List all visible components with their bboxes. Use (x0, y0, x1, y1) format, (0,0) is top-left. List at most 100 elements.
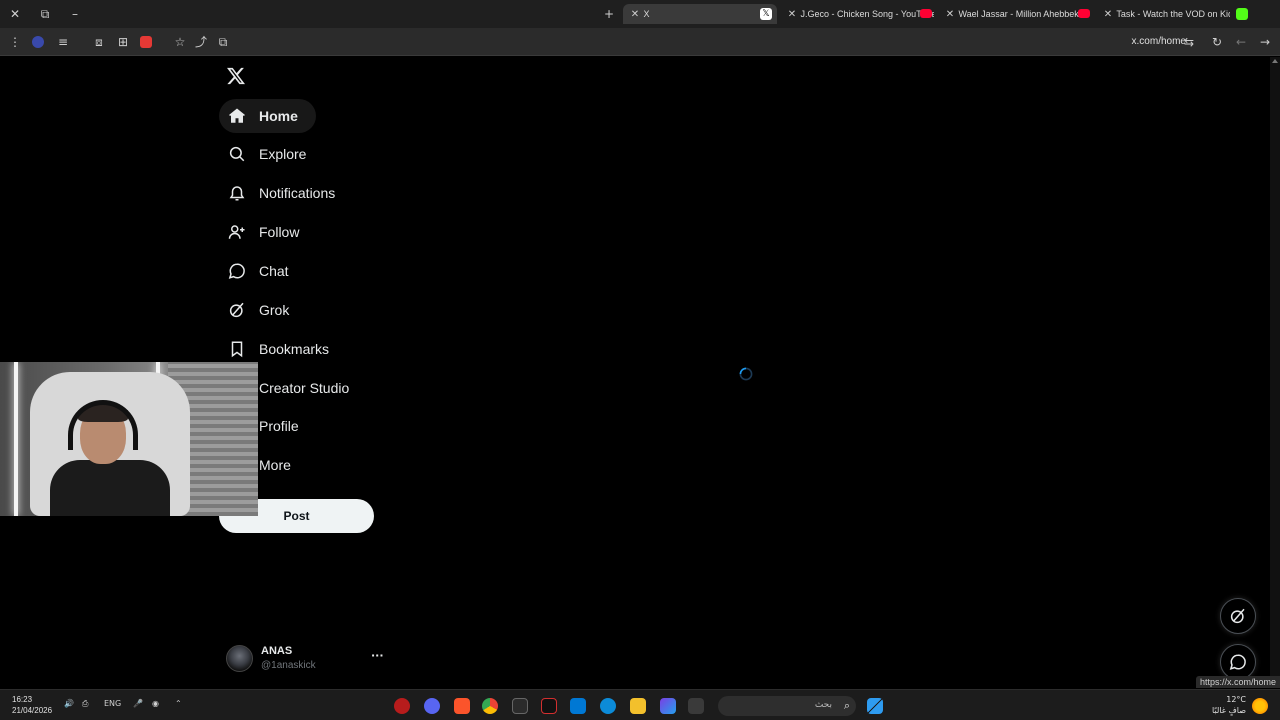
adblock-icon[interactable] (140, 36, 152, 48)
sidebar-item-label: Explore (259, 146, 307, 162)
browser-toolbar: ⋮ ≡ ⧈ ⊞ ☆ ⤴ ⧉ x.com/home ⇆ ↻ ← → (0, 28, 1280, 56)
grok-icon (1230, 608, 1245, 624)
loading-spinner-icon (739, 367, 753, 381)
windows-start-icon[interactable] (867, 698, 883, 714)
close-tab-icon[interactable]: ✕ (1102, 9, 1114, 20)
weather-widget[interactable]: 12°C صافٍ غالبًا (1212, 694, 1246, 716)
account-handle: @1anaskick (261, 660, 316, 671)
weather-condition: صافٍ غالبًا (1212, 706, 1246, 715)
weather-temperature: 12°C (1226, 695, 1246, 704)
kick-favicon-icon (1236, 8, 1248, 20)
sidebar-item-label: Follow (259, 224, 300, 240)
app-icon[interactable] (660, 698, 676, 714)
extension-icon[interactable] (32, 36, 44, 48)
share-icon[interactable]: ⤴ (194, 35, 208, 49)
tab-label: Wael Jassar - Million Ahebbek (958, 9, 1079, 19)
close-tab-icon[interactable]: ✕ (786, 9, 798, 20)
youtube-favicon-icon (1078, 9, 1090, 18)
window-close-icon[interactable]: ✕ (7, 6, 23, 22)
webcam-overlay (0, 362, 258, 516)
new-tab-icon[interactable]: + (601, 6, 617, 22)
language-indicator[interactable]: ENG (104, 699, 121, 708)
sidebar-item-chat[interactable]: Chat (219, 254, 307, 288)
sidebar-item-bookmarks[interactable]: Bookmarks (219, 332, 347, 366)
calculator-icon[interactable] (570, 698, 586, 714)
close-tab-icon[interactable]: ✕ (629, 9, 641, 20)
url-field[interactable]: x.com/home (1132, 36, 1186, 47)
network-icon[interactable]: ⎙ (82, 699, 88, 709)
sidebar-item-grok[interactable]: Grok (219, 293, 307, 327)
sidebar-item-follow[interactable]: Follow (219, 215, 317, 249)
sidebar-item-label: Bookmarks (259, 341, 330, 357)
grok-icon (227, 300, 247, 320)
forward-icon[interactable]: → (1258, 35, 1272, 49)
sidebar-item-label: Home (259, 108, 298, 124)
youtube-favicon-icon (920, 9, 932, 18)
bell-icon (227, 183, 247, 203)
volume-icon[interactable]: 🔊 (64, 699, 74, 708)
tab-chicken-song[interactable]: ✕ J.Geco - Chicken Song - YouTube (786, 4, 934, 24)
app-icon[interactable] (688, 698, 704, 714)
chrome-icon[interactable] (482, 698, 498, 714)
extension-icon[interactable]: ⊞ (116, 35, 130, 49)
more-options-icon[interactable]: ··· (371, 649, 384, 662)
account-switcher[interactable]: ANAS @1anaskick ··· (226, 643, 386, 673)
sidebar-item-explore[interactable]: Explore (219, 137, 324, 171)
site-settings-icon[interactable]: ⇆ (1182, 35, 1196, 49)
discord-icon[interactable] (424, 698, 440, 714)
sidebar-item-label: Creator Studio (259, 380, 350, 396)
sidebar-item-label: Grok (259, 302, 290, 318)
brave-icon[interactable] (454, 698, 470, 714)
close-tab-icon[interactable]: ✕ (944, 9, 956, 20)
browser-tab-bar: ✕ ⧉ – + ✕ X 𝕏 ✕ J.Geco - Chicken Song - … (0, 0, 1280, 28)
sidebar-item-home[interactable]: Home (219, 99, 316, 133)
bookmark-icon (227, 339, 247, 359)
search-placeholder: بحث (814, 700, 832, 710)
cast-icon[interactable]: ⧉ (216, 35, 230, 49)
sidebar-item-label: Profile (259, 418, 299, 434)
window-restore-icon[interactable]: ⧉ (37, 6, 53, 22)
taskbar-date: 21/04/2026 (12, 706, 53, 715)
taskbar-clock[interactable]: 16:23 21/04/2026 (12, 694, 52, 716)
tab-label: J.Geco - Chicken Song - YouTube (800, 9, 934, 19)
back-icon[interactable]: ← (1234, 35, 1248, 49)
tab-x[interactable]: ✕ X (623, 4, 777, 24)
weather-sun-icon (1252, 698, 1268, 714)
chat-icon (227, 261, 247, 281)
chat-icon (1229, 654, 1246, 670)
menu-icon[interactable]: ⋮ (8, 35, 22, 49)
microphone-icon[interactable]: 🎤 (133, 699, 143, 708)
tab-task-kick[interactable]: ✕ Task - Watch the VOD on Kick (1102, 4, 1230, 24)
page-scrollbar[interactable] (1270, 57, 1280, 687)
taskbar-time: 16:23 (12, 695, 33, 704)
bookmark-star-icon[interactable]: ☆ (173, 35, 187, 49)
sidebar-item-notifications[interactable]: Notifications (219, 176, 353, 210)
grok-floating-button[interactable] (1220, 598, 1256, 634)
tab-million-ahebbek[interactable]: ✕ Wael Jassar - Million Ahebbek (944, 4, 1094, 24)
x-app-icon[interactable] (512, 698, 528, 714)
chat-floating-button[interactable] (1220, 644, 1256, 680)
search-icon: ⌕ (843, 699, 850, 712)
sidebar-item-label: Notifications (259, 185, 336, 201)
tab-label: X (643, 9, 650, 19)
app-icon[interactable] (394, 698, 410, 714)
chevron-up-icon[interactable]: ⌃ (175, 699, 182, 708)
app-icon[interactable] (541, 698, 557, 714)
taskbar: 16:23 21/04/2026 🔊 ⎙ ENG 🎤 ◉ ⌃ بحث ⌕ 12°… (0, 689, 1280, 720)
search-icon (227, 144, 247, 164)
person-add-icon (227, 222, 247, 242)
file-explorer-icon[interactable] (630, 698, 646, 714)
x-favicon-icon: 𝕏 (760, 8, 772, 20)
taskbar-search[interactable]: بحث ⌕ (718, 696, 856, 716)
x-logo-icon[interactable] (226, 66, 246, 86)
window-minimize-icon[interactable]: – (67, 6, 83, 22)
avatar (226, 645, 253, 672)
extensions-puzzle-icon[interactable]: ⧈ (92, 35, 106, 49)
edge-icon[interactable] (600, 698, 616, 714)
tab-label: Task - Watch the VOD on Kick (1116, 9, 1230, 19)
sidebar-item-label: More (259, 457, 291, 473)
link-status-bar: https://x.com/home (1195, 676, 1280, 688)
tab-search-icon[interactable]: ≡ (56, 35, 70, 49)
reload-icon[interactable]: ↻ (1210, 35, 1224, 49)
security-icon[interactable]: ◉ (152, 699, 159, 708)
